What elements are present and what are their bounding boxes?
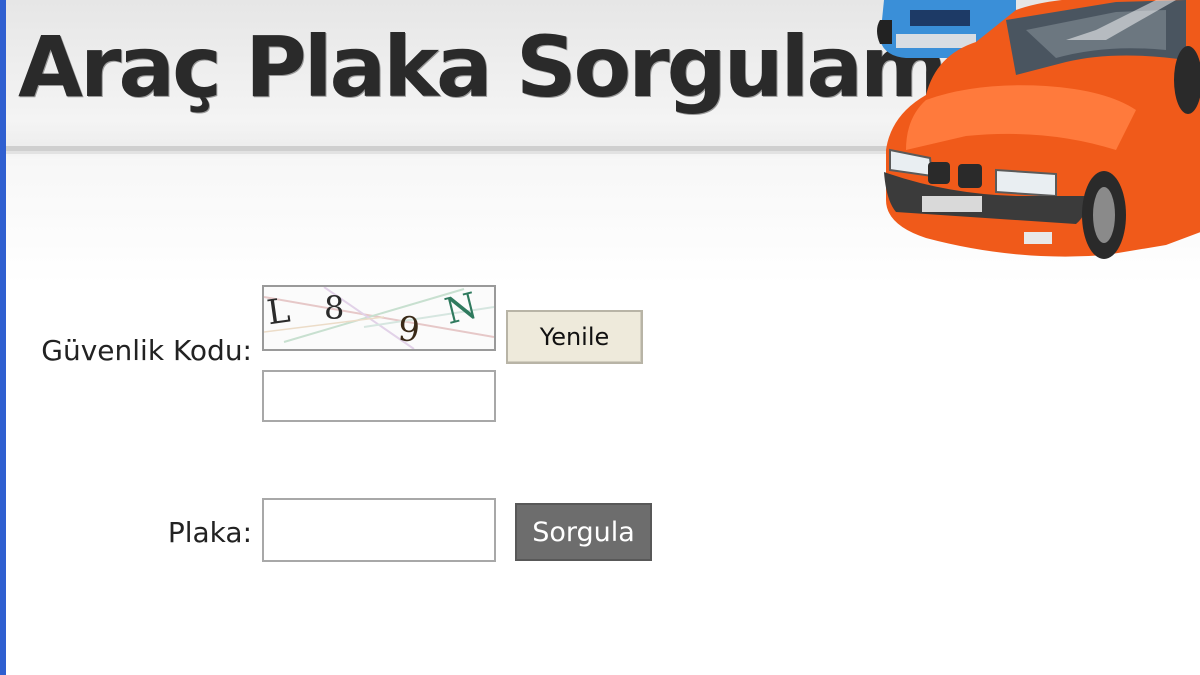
cars-illustration-icon [877, 0, 1200, 259]
page-header: Araç Plaka Sorgulama [6, 0, 1200, 285]
page-title: Araç Plaka Sorgulama [18, 18, 1001, 116]
plate-label: Plaka: [167, 516, 252, 549]
refresh-captcha-button[interactable]: Yenile [506, 310, 643, 364]
captcha-char-1: L [265, 290, 293, 333]
security-code-label: Güvenlik Kodu: [41, 334, 252, 367]
captcha-noise-icon: L 8 9 N [264, 287, 494, 349]
header-divider-shadow [6, 151, 906, 154]
query-button[interactable]: Sorgula [515, 503, 652, 561]
captcha-char-2: 8 [324, 289, 344, 327]
captcha-char-4: N [441, 287, 481, 333]
captcha-char-3: 9 [396, 309, 422, 349]
captcha-image: L 8 9 N [262, 285, 496, 351]
security-code-input[interactable] [262, 370, 496, 422]
plate-input[interactable] [262, 498, 496, 562]
